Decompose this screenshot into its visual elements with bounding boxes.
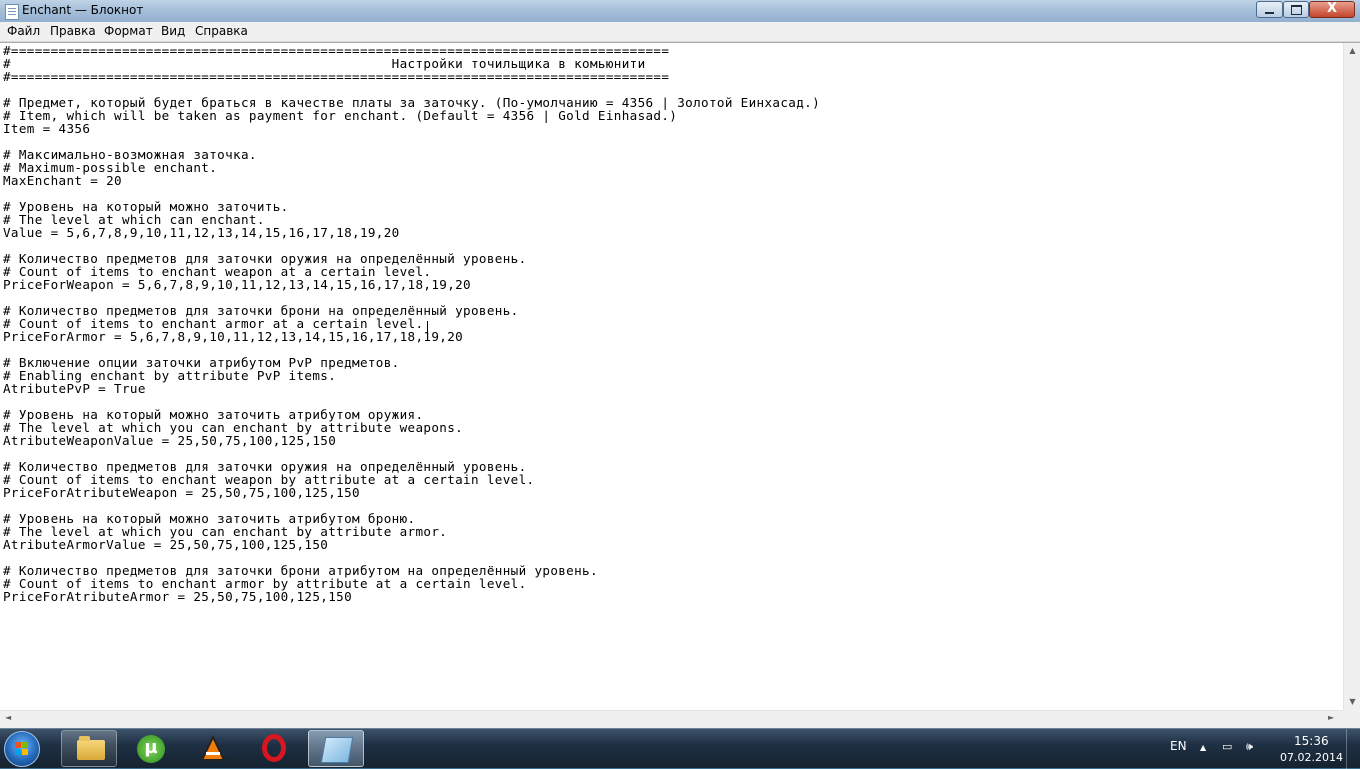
text-line[interactable]: AtributeWeaponValue = 25,50,75,100,125,1… [3,434,820,447]
taskbar-opera-button[interactable] [247,730,303,767]
taskbar-notepad-button[interactable] [308,730,364,767]
minimize-button[interactable] [1256,1,1283,18]
text-editor[interactable]: #=======================================… [0,42,1360,711]
vlc-icon [200,735,226,761]
document-text[interactable]: #=======================================… [3,44,820,603]
menu-file[interactable]: Файл [7,24,40,38]
text-line[interactable]: PriceForArmor = 5,6,7,8,9,10,11,12,13,14… [3,330,820,343]
volume-icon[interactable]: 🕪 [1246,740,1253,754]
window-title: Enchant — Блокнот [22,3,144,17]
text-line[interactable]: MaxEnchant = 20 [3,174,820,187]
close-button[interactable]: X [1309,1,1355,18]
text-line[interactable]: Item = 4356 [3,122,820,135]
taskbar-utorrent-button[interactable]: µ [123,730,179,767]
taskbar-vlc-button[interactable] [185,730,241,767]
scroll-up-icon[interactable]: ▲ [1344,46,1360,55]
close-icon: X [1326,1,1338,16]
text-caret [427,321,428,334]
text-line[interactable]: AtributeArmorValue = 25,50,75,100,125,15… [3,538,820,551]
horizontal-scrollbar[interactable]: ◄ ► [0,710,1343,728]
text-line[interactable]: # Maximum-possible enchant. [3,161,820,174]
utorrent-icon: µ [137,735,165,763]
text-line[interactable]: Value = 5,6,7,8,9,10,11,12,13,14,15,16,1… [3,226,820,239]
scroll-left-icon[interactable]: ◄ [5,713,11,722]
show-hidden-icons-icon[interactable]: ▲ [1200,743,1206,752]
network-icon[interactable]: ▭ [1222,740,1232,753]
notepad-icon [320,737,354,763]
taskbar: µ EN ▲ ▭ 🕪 15:36 07.02.2014 [0,728,1360,769]
menu-bar: Файл Правка Формат Вид Справка [0,22,1360,42]
start-button[interactable] [4,731,40,767]
clock-date[interactable]: 07.02.2014 [1280,751,1343,764]
clock-time[interactable]: 15:36 [1294,734,1329,748]
scroll-down-icon[interactable]: ▼ [1344,697,1360,706]
menu-format[interactable]: Формат [104,24,153,38]
show-desktop-button[interactable] [1346,729,1360,769]
title-bar[interactable]: Enchant — Блокнот X [0,0,1360,22]
taskbar-explorer-button[interactable] [61,730,117,767]
folder-icon [77,736,105,760]
opera-icon [262,734,286,762]
size-grip[interactable] [1343,710,1360,728]
menu-help[interactable]: Справка [195,24,248,38]
maximize-button[interactable] [1283,1,1309,18]
menu-edit[interactable]: Правка [50,24,96,38]
language-indicator[interactable]: EN [1170,739,1187,753]
text-line[interactable]: PriceForAtributeArmor = 25,50,75,100,125… [3,590,820,603]
windows-logo-icon [15,742,29,756]
text-line[interactable]: # Item, which will be taken as payment f… [3,109,820,122]
scroll-right-icon[interactable]: ► [1328,713,1334,722]
text-line[interactable]: PriceForWeapon = 5,6,7,8,9,10,11,12,13,1… [3,278,820,291]
notepad-app-icon[interactable] [5,4,19,20]
text-line[interactable]: PriceForAtributeWeapon = 25,50,75,100,12… [3,486,820,499]
text-line[interactable]: AtributePvP = True [3,382,820,395]
vertical-scrollbar[interactable]: ▲ ▼ [1343,43,1360,711]
text-line[interactable]: #=======================================… [3,70,820,83]
menu-view[interactable]: Вид [161,24,185,38]
